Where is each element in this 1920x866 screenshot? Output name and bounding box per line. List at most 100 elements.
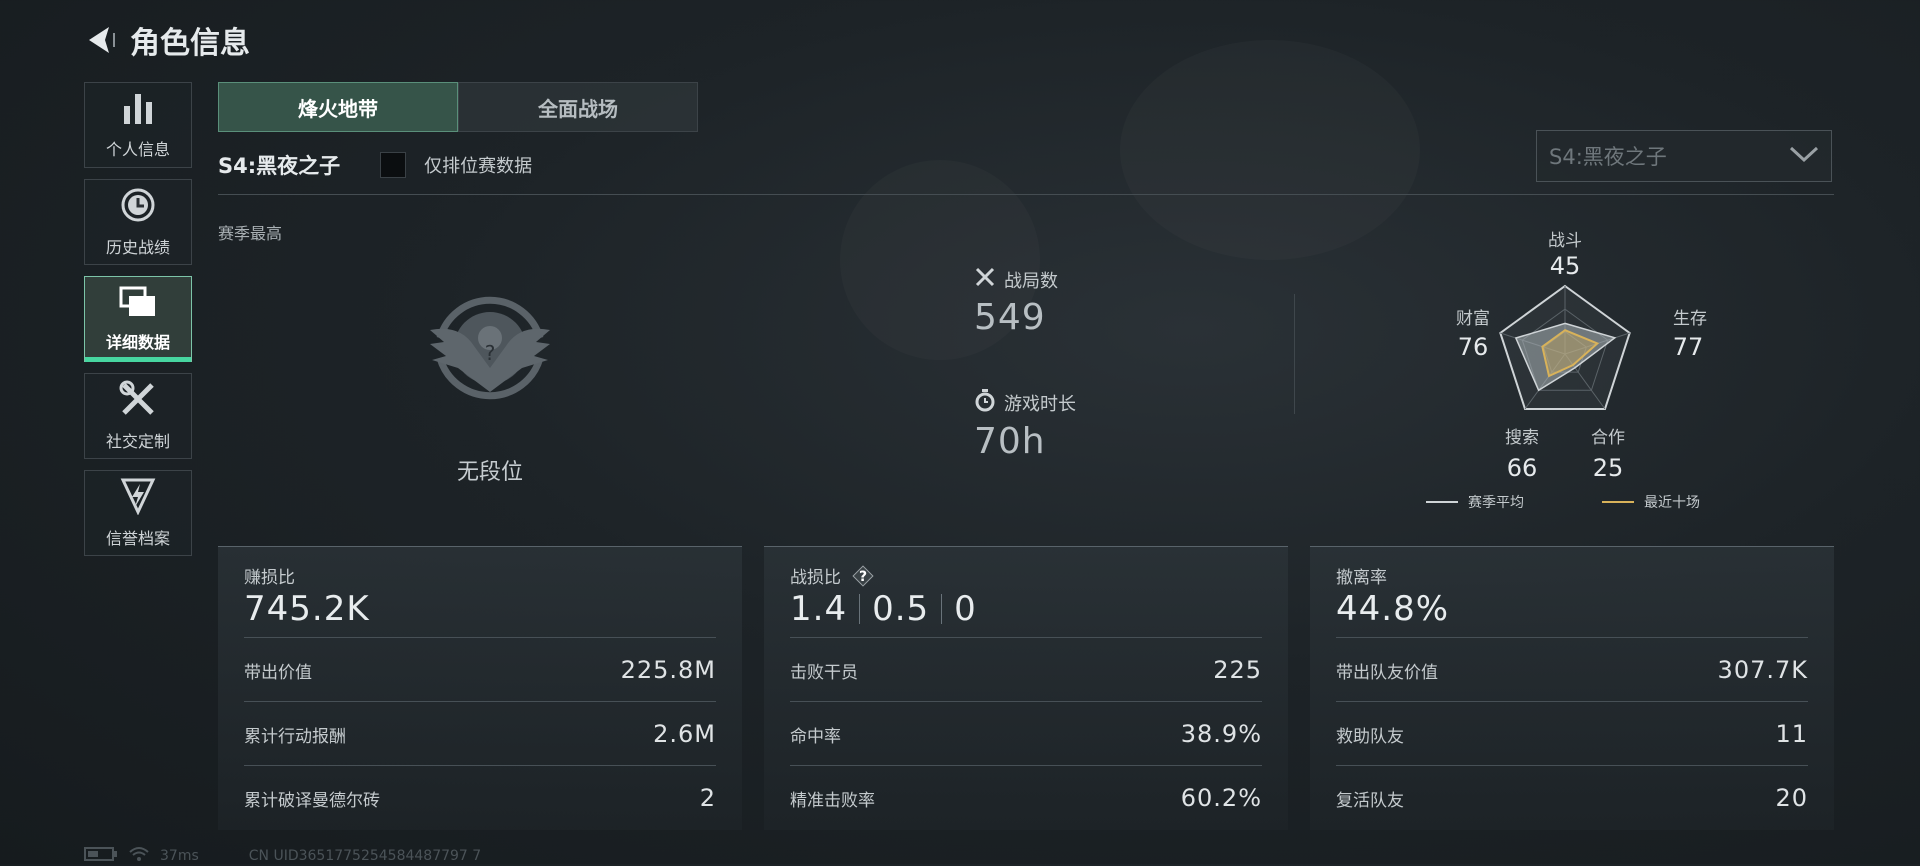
kd-ratio-card: 战损比 ? 1.4 0.5 0 击败干员 225 命中率 38.9% 精准击败率…: [764, 546, 1288, 830]
back-arrow-icon[interactable]: [84, 23, 118, 57]
stat-row: 命中率 38.9%: [790, 701, 1262, 766]
sidebar-item-detailed-data[interactable]: 详细数据: [84, 276, 192, 362]
radar-axis-label: 合作: [1591, 428, 1625, 448]
help-glyph: ?: [859, 569, 867, 585]
uid-text: CN UID3651775254584487797 7: [248, 848, 482, 864]
radar-legend: 赛季平均 最近十场: [1426, 495, 1700, 511]
row-value: 38.9%: [1180, 720, 1262, 748]
sidebar-item-credit[interactable]: 信誉档案: [84, 470, 192, 556]
kd-value-3: 0: [954, 589, 977, 629]
radar-axis-label: 搜索: [1505, 428, 1539, 448]
kd-value-2: 0.5: [872, 589, 930, 629]
svg-text:?: ?: [485, 341, 496, 365]
row-label: 精准击败率: [790, 790, 875, 811]
radar-axis-value: 45: [1550, 252, 1581, 280]
help-icon[interactable]: ?: [851, 564, 875, 588]
bar-chart-icon: [121, 90, 155, 130]
radar-axis-label: 生存: [1673, 309, 1707, 329]
matches-value: 549: [974, 297, 1046, 338]
row-value: 60.2%: [1180, 784, 1262, 812]
rank-text: 无段位: [456, 460, 523, 485]
card-title-wrap: 战损比 ?: [790, 563, 875, 588]
row-value: 307.7K: [1717, 656, 1808, 684]
row-value: 225: [1213, 656, 1262, 684]
page-title: 角色信息: [130, 26, 250, 61]
sidebar-item-social[interactable]: 社交定制: [84, 373, 192, 459]
sidebar-item-label: 社交定制: [105, 432, 170, 451]
vertical-divider: [1294, 294, 1295, 414]
stat-row: 复活队友 20: [1336, 765, 1808, 830]
ranked-only-checkbox[interactable]: [380, 152, 407, 178]
radar-axis-value: 77: [1673, 333, 1704, 361]
sidebar-item-history[interactable]: 历史战绩: [84, 179, 192, 265]
radar-axis-label: 财富: [1456, 309, 1490, 329]
row-label: 复活队友: [1336, 790, 1404, 811]
radar-axis-value: 66: [1507, 454, 1538, 482]
stat-row: 带出队友价值 307.7K: [1336, 637, 1808, 702]
stat-row: 累计破译曼德尔砖 2: [244, 765, 716, 830]
ranked-only-label[interactable]: 仅排位赛数据: [424, 152, 532, 178]
row-value: 225.8M: [620, 656, 716, 684]
sidebar-item-label: 信誉档案: [105, 529, 170, 548]
season-best-label: 赛季最高: [218, 224, 283, 243]
playtime-value: 70h: [974, 421, 1046, 462]
folders-icon: [119, 285, 157, 323]
value-separator: [941, 594, 943, 624]
header: 角色信息: [84, 18, 250, 62]
legend-season-label: 赛季平均: [1468, 495, 1524, 511]
card-value-group: 1.4 0.5 0: [790, 589, 977, 629]
background-decoration: [1120, 40, 1420, 260]
card-title: 战损比: [790, 568, 841, 588]
radar-axis-survival: 生存 77: [1673, 309, 1707, 361]
radar-chart: 战斗 45 生存 77 合作 25 搜索 66 财富 76 赛季平均 最近十场: [1420, 224, 1720, 514]
battery-icon: [84, 847, 118, 865]
radar-axis-label: 战斗: [1548, 231, 1582, 251]
stopwatch-icon: [974, 388, 996, 417]
season-label: S4:黑夜之子: [218, 154, 341, 178]
radar-axis-search: 搜索 66: [1505, 428, 1539, 482]
rank-emblem-icon: ?: [410, 268, 570, 428]
playtime-stat: 游戏时长 70h: [974, 388, 1076, 462]
row-label: 带出价值: [244, 662, 312, 683]
row-label: 救助队友: [1336, 726, 1404, 747]
row-label: 命中率: [790, 726, 841, 747]
season-dropdown-value: S4:黑夜之子: [1549, 145, 1667, 169]
row-label: 累计行动报酬: [244, 726, 346, 747]
tools-icon: [119, 380, 157, 422]
tab-all-out-war[interactable]: 全面战场: [458, 82, 698, 132]
tab-beacon-zone[interactable]: 烽火地带: [218, 82, 458, 132]
value-separator: [859, 594, 861, 624]
mode-tabs: 烽火地带 全面战场: [218, 82, 698, 132]
row-label: 击败干员: [790, 662, 858, 683]
row-value: 2: [699, 784, 716, 812]
radar-axis-cooperation: 合作 25: [1591, 428, 1625, 482]
chevron-down-icon: [1789, 145, 1819, 167]
card-value: 745.2K: [244, 589, 370, 629]
history-clock-icon: [119, 186, 157, 228]
stat-row: 击败干员 225: [790, 637, 1262, 702]
stat-row: 带出价值 225.8M: [244, 637, 716, 702]
divider: [218, 194, 1834, 195]
card-title: 赚损比: [244, 568, 295, 588]
row-label: 累计破译曼德尔砖: [244, 790, 380, 811]
sidebar-item-label: 详细数据: [105, 333, 170, 352]
stat-row: 精准击败率 60.2%: [790, 765, 1262, 830]
stat-row: 累计行动报酬 2.6M: [244, 701, 716, 766]
radar-svg: 战斗 45 生存 77 合作 25 搜索 66 财富 76 赛季平均 最近十场: [1426, 231, 1707, 511]
playtime-label: 游戏时长: [1004, 393, 1076, 415]
card-value: 44.8%: [1336, 589, 1450, 629]
matches-stat: 战局数 549: [974, 266, 1058, 338]
row-label: 带出队友价值: [1336, 662, 1438, 683]
radar-axis-wealth: 财富 76: [1456, 309, 1490, 361]
season-row: S4:黑夜之子 仅排位赛数据: [218, 150, 532, 180]
radar-axis-value: 25: [1593, 454, 1624, 482]
radar-axis-value: 76: [1458, 333, 1489, 361]
extraction-rate-card: 撤离率 44.8% 带出队友价值 307.7K 救助队友 11 复活队友 20: [1310, 546, 1834, 830]
wifi-icon: [128, 846, 150, 866]
sidebar-item-label: 历史战绩: [105, 238, 170, 257]
season-dropdown[interactable]: S4:黑夜之子: [1536, 130, 1832, 182]
shield-bolt-icon: [120, 477, 156, 519]
sidebar-item-personal-info[interactable]: 个人信息: [84, 82, 192, 168]
kd-value-1: 1.4: [790, 589, 848, 629]
matches-label: 战局数: [1004, 270, 1058, 292]
